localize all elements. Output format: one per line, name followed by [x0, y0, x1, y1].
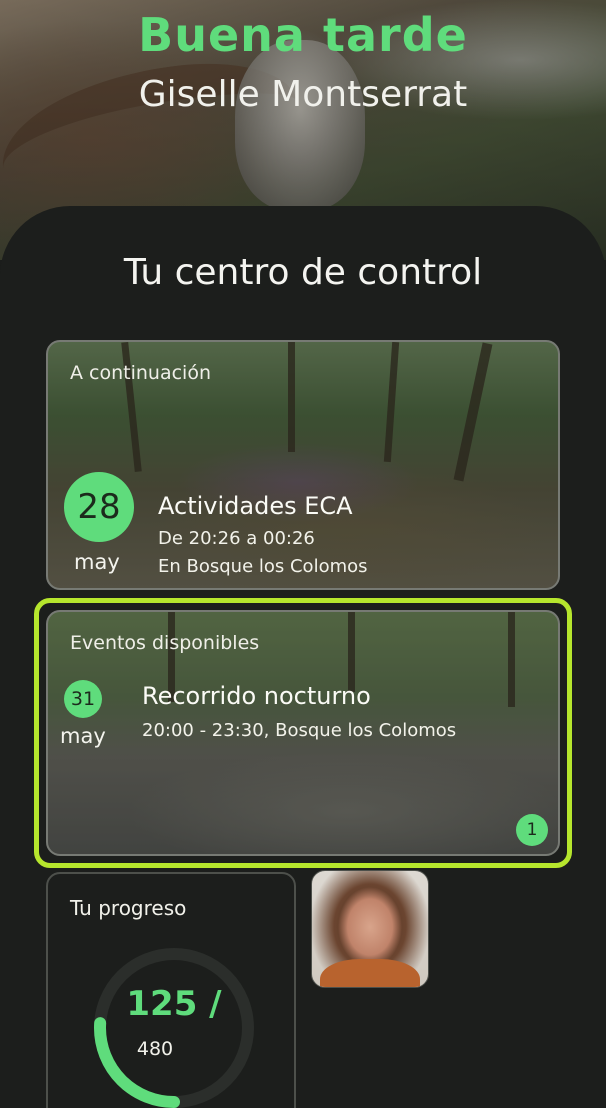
avatar[interactable]	[311, 870, 429, 988]
progress-ring	[94, 948, 254, 1108]
avatar-body-decoration	[320, 959, 420, 987]
next-event-location: En Bosque los Colomos	[158, 556, 368, 577]
available-events-count-badge: 1	[516, 814, 548, 846]
next-event-card[interactable]: A continuación 28 may Actividades ECA De…	[46, 340, 560, 590]
available-event-month: may	[60, 724, 106, 748]
available-events-label: Eventos disponibles	[70, 632, 260, 654]
page-title: Tu centro de control	[123, 252, 483, 293]
progress-card[interactable]: Tu progreso 125 / 480	[46, 872, 296, 1108]
next-event-time: De 20:26 a 00:26	[158, 528, 315, 549]
available-events-card[interactable]: Eventos disponibles 31 may Recorrido noc…	[46, 610, 560, 856]
squirrel-photo-decoration	[235, 40, 365, 210]
next-event-month: may	[74, 550, 120, 574]
user-name: Giselle Montserrat	[138, 74, 468, 115]
progress-label: Tu progreso	[70, 896, 187, 920]
available-event-day: 31	[64, 680, 102, 718]
available-event-details: 20:00 - 23:30, Bosque los Colomos	[142, 720, 457, 741]
control-center-panel: Tu centro de control A continuación 28 m…	[0, 206, 606, 1108]
next-event-title: Actividades ECA	[158, 492, 353, 520]
available-events-highlight[interactable]: Eventos disponibles 31 may Recorrido noc…	[34, 598, 572, 868]
available-event-title: Recorrido nocturno	[142, 682, 371, 710]
greeting-text: Buena tarde	[138, 8, 468, 62]
next-event-label: A continuación	[70, 362, 211, 384]
progress-value: 125 /	[126, 984, 222, 1024]
next-event-day: 28	[64, 472, 134, 542]
progress-total: 480	[136, 1038, 174, 1060]
